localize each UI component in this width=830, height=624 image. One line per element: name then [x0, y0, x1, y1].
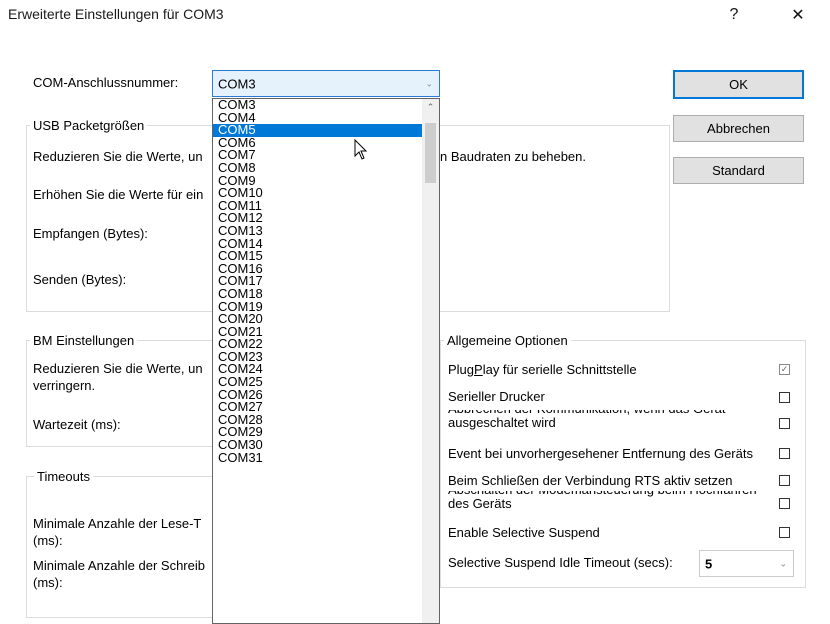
idle-timeout-value: 5 [705, 556, 713, 571]
default-button[interactable]: Standard [673, 157, 804, 184]
bm-latency-label: Wartezeit (ms): [33, 417, 121, 432]
option-selective-suspend-checkbox[interactable] [779, 527, 790, 538]
com-port-options: COM3 COM4 COM5 COM6 COM7 COM8 COM9 COM10 COM11 CO… [213, 99, 439, 464]
chevron-up-icon[interactable]: ⌃ [422, 99, 439, 116]
option-selective-suspend-label: Enable Selective Suspend [448, 525, 600, 540]
close-icon: ✕ [791, 7, 805, 24]
option-cancel-off-label: Abbrechen der Kommunikation, wenn das Ge… [448, 410, 726, 430]
chevron-down-icon: ⌄ [779, 558, 787, 568]
default-button-label: Standard [712, 163, 765, 178]
timeouts-group-title: Timeouts [34, 469, 93, 484]
scrollbar-thumb[interactable] [425, 123, 436, 183]
general-options-title: Allgemeine Optionen [444, 333, 571, 348]
ok-button[interactable]: OK [673, 70, 804, 99]
com-port-select[interactable]: COM3 ⌄ [212, 70, 440, 97]
option-plugplay-label: PlugPlay für serielle Schnittstelle [448, 362, 637, 377]
bm-description-line1: Reduzieren Sie die Werte, un [33, 361, 203, 376]
usb-receive-label: Empfangen (Bytes): [33, 226, 148, 241]
com-port-dropdown-list[interactable]: COM3 COM4 COM5 COM6 COM7 COM8 COM9 COM10 COM11 CO… [212, 98, 440, 624]
option-serial-printer-label: Serieller Drucker [448, 389, 545, 404]
idle-timeout-label: Selective Suspend Idle Timeout (secs): [448, 555, 673, 570]
option-cancel-off-clip: Abbrechen der Kommunikation, wenn das Ge… [448, 410, 773, 430]
idle-timeout-select[interactable]: 5 ⌄ [699, 550, 794, 577]
option-plugplay-checkbox[interactable]: ✓ [779, 364, 790, 375]
cancel-button-label: Abbrechen [707, 121, 770, 136]
option-surprise-removal-checkbox[interactable] [779, 448, 790, 459]
com-port-value: COM3 [218, 76, 256, 91]
min-write-label-line1: Minimale Anzahle der Schreib [33, 558, 205, 573]
option-cancel-off-checkbox[interactable] [779, 418, 790, 429]
usb-description-left: Reduzieren Sie die Werte, un [33, 149, 203, 164]
usb-send-label: Senden (Bytes): [33, 272, 127, 287]
checkmark-icon: ✓ [780, 364, 789, 374]
mouse-pointer-icon [354, 139, 368, 160]
com-port-option[interactable]: COM31 [213, 451, 439, 465]
usb-description-right: n Baudraten zu beheben. [440, 149, 587, 164]
bm-group-title: BM Einstellungen [30, 333, 138, 348]
window-title: Erweiterte Einstellungen für COM3 [8, 6, 224, 22]
option-surprise-removal-label: Event bei unvorhergesehener Entfernung d… [448, 446, 753, 461]
help-icon: ? [729, 6, 739, 23]
com-port-label: COM-Anschlussnummer: [33, 75, 179, 90]
min-write-label-line2: (ms): [33, 575, 63, 590]
bm-description-line2: verringern. [33, 378, 96, 393]
close-button[interactable]: ✕ [776, 0, 820, 30]
cancel-button[interactable]: Abbrechen [673, 115, 804, 142]
option-modem-disable-checkbox[interactable] [779, 498, 790, 509]
chevron-down-icon: ⌄ [425, 78, 433, 88]
min-read-label-line2: (ms): [33, 533, 63, 548]
option-modem-disable-label: Abschalten der Modemansteuerung beim Hoc… [448, 491, 757, 510]
help-button[interactable]: ? [712, 0, 756, 30]
option-rts-close-checkbox[interactable] [779, 475, 790, 486]
usb-increase-text: Erhöhen Sie die Werte für ein [33, 187, 204, 202]
option-serial-printer-checkbox[interactable] [779, 392, 790, 403]
ok-button-label: OK [729, 77, 748, 92]
option-modem-disable-clip: Abschalten der Modemansteuerung beim Hoc… [448, 491, 778, 510]
usb-group-title: USB Packetgrößen [30, 118, 148, 133]
option-rts-close-label: Beim Schließen der Verbindung RTS aktiv … [448, 473, 733, 488]
dropdown-scrollbar[interactable]: ⌃ [422, 99, 439, 623]
min-read-label-line1: Minimale Anzahle der Lese-T [33, 516, 202, 531]
